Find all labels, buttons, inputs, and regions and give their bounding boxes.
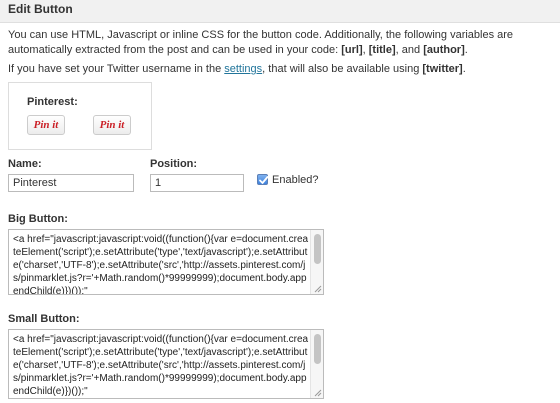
intro-paragraph: You can use HTML, Javascript or inline C… — [8, 28, 556, 58]
small-button-label: Small Button: — [8, 313, 80, 325]
big-button-code-textarea[interactable]: <a href="javascript:javascript:void((fun… — [8, 229, 324, 295]
var-url: [url] — [341, 44, 363, 56]
position-label: Position: — [150, 158, 198, 170]
enabled-label: Enabled? — [272, 174, 319, 186]
section-title: Edit Button — [8, 2, 73, 16]
preview-label: Pinterest: — [27, 96, 78, 108]
pin-it-small-button[interactable]: Pin it — [93, 115, 131, 135]
separator: . — [464, 44, 468, 56]
twitter-paragraph: If you have set your Twitter username in… — [8, 62, 556, 77]
separator: , and — [395, 44, 424, 56]
big-button-code: <a href="javascript:javascript:void((fun… — [13, 234, 309, 295]
name-label: Name: — [8, 158, 42, 170]
small-button-scrollbar[interactable] — [310, 330, 323, 398]
small-button-code: <a href="javascript:javascript:void((fun… — [13, 334, 309, 397]
separator: . — [462, 63, 466, 75]
checkmark-icon — [259, 176, 269, 184]
scroll-thumb[interactable] — [314, 234, 321, 264]
scroll-thumb[interactable] — [314, 334, 321, 364]
resize-handle-icon[interactable] — [314, 389, 322, 397]
big-button-label: Big Button: — [8, 213, 68, 225]
twitter-text: , that will also be available using — [262, 63, 423, 75]
enabled-checkbox[interactable] — [257, 174, 269, 185]
small-button-code-textarea[interactable]: <a href="javascript:javascript:void((fun… — [8, 329, 324, 399]
var-author: [author] — [423, 44, 465, 56]
settings-link[interactable]: settings — [224, 63, 262, 75]
button-preview-panel: Pinterest: Pin it Pin it — [8, 82, 152, 150]
var-title: [title] — [368, 44, 396, 56]
name-input[interactable] — [8, 174, 134, 192]
var-twitter: [twitter] — [422, 63, 463, 75]
twitter-text: If you have set your Twitter username in… — [8, 63, 225, 75]
pin-it-big-button[interactable]: Pin it — [27, 115, 65, 135]
resize-handle-icon[interactable] — [314, 285, 322, 293]
position-input[interactable] — [150, 174, 244, 192]
section-header: Edit Button — [0, 0, 560, 23]
